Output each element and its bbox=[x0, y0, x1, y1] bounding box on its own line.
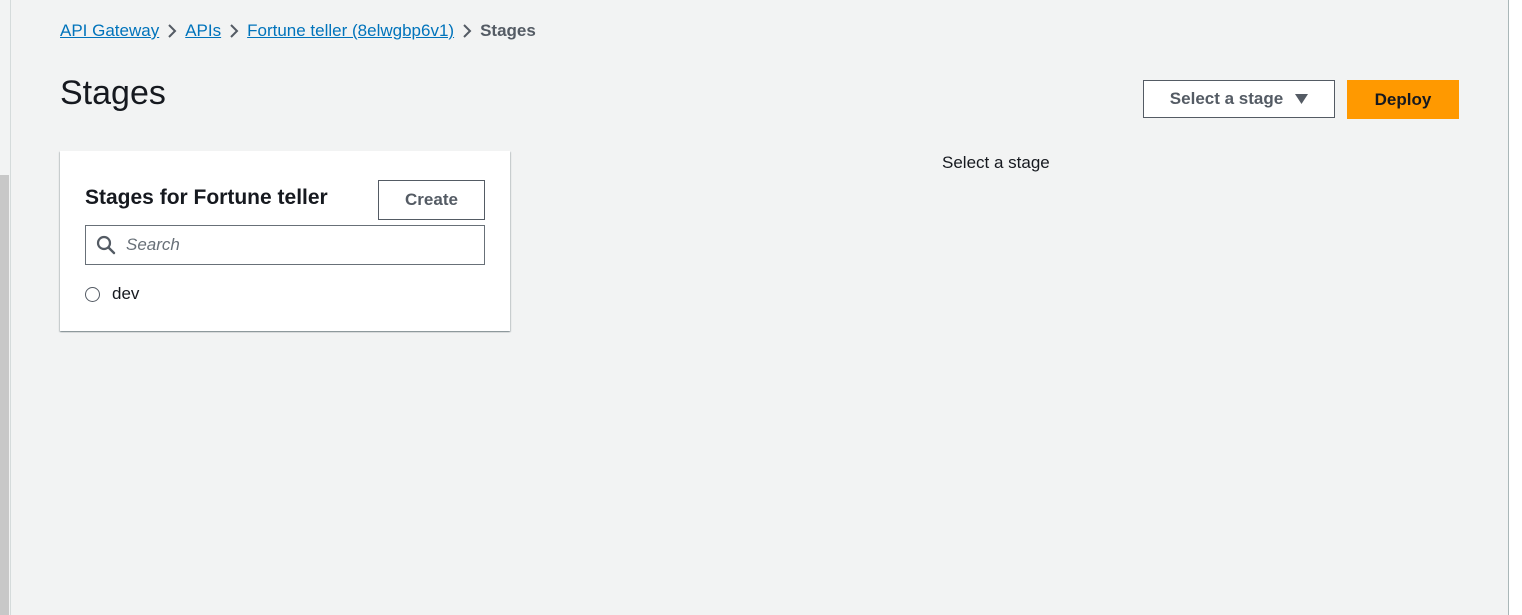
right-panel-edge bbox=[1508, 0, 1522, 615]
breadcrumb-current: Stages bbox=[480, 21, 536, 40]
stage-item-label: dev bbox=[112, 284, 140, 303]
stage-select-dropdown[interactable]: Select a stage bbox=[1143, 80, 1335, 118]
breadcrumb-fortune-teller[interactable]: Fortune teller (8elwgbp6v1) bbox=[247, 21, 454, 41]
deploy-button[interactable]: Deploy bbox=[1347, 80, 1459, 119]
chevron-right-icon bbox=[221, 23, 247, 39]
caret-down-icon bbox=[1295, 89, 1309, 109]
create-stage-button[interactable]: Create bbox=[378, 180, 485, 220]
left-scroll-rail bbox=[0, 0, 11, 615]
stages-panel: Stages for Fortune teller Create dev bbox=[60, 151, 510, 331]
stage-item-dev[interactable]: dev bbox=[85, 284, 139, 304]
search-input[interactable] bbox=[126, 235, 466, 255]
page-title: Stages bbox=[60, 74, 166, 112]
chevron-right-icon bbox=[454, 23, 480, 39]
breadcrumb-api-gateway[interactable]: API Gateway bbox=[60, 21, 159, 41]
breadcrumb-apis[interactable]: APIs bbox=[185, 21, 221, 41]
scrollbar-thumb[interactable] bbox=[0, 175, 9, 615]
breadcrumb: API Gateway APIs Fortune teller (8elwgbp… bbox=[60, 19, 536, 43]
chevron-right-icon bbox=[159, 23, 185, 39]
search-field[interactable] bbox=[85, 225, 485, 265]
empty-state-message: Select a stage bbox=[942, 153, 1050, 172]
stage-select-label: Select a stage bbox=[1169, 89, 1284, 108]
panel-title: Stages for Fortune teller bbox=[85, 186, 328, 209]
search-icon bbox=[86, 235, 126, 255]
stage-radio[interactable] bbox=[85, 286, 100, 302]
